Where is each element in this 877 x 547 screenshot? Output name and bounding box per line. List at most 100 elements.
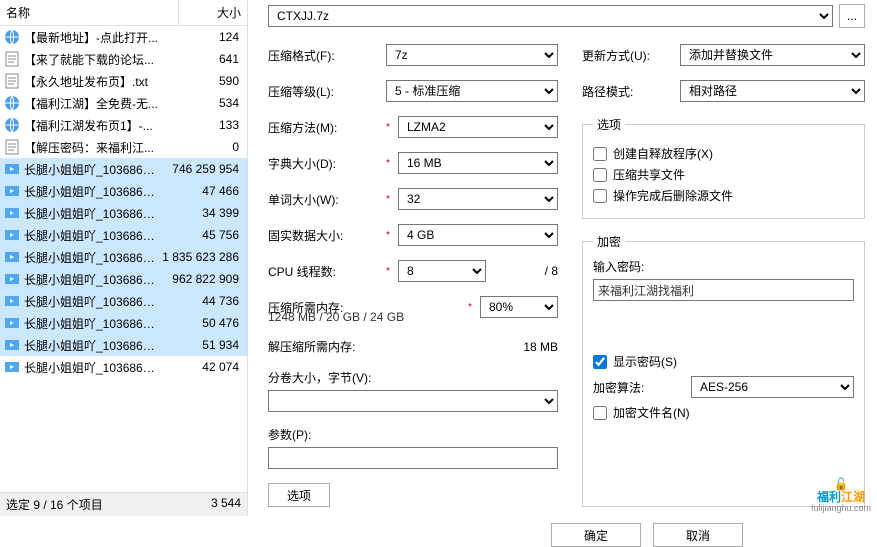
file-name: 长腿小姐姐吖_1036863... <box>24 359 159 376</box>
shared-checkbox[interactable] <box>593 168 607 182</box>
solid-select[interactable]: 4 GB <box>398 224 558 246</box>
options-button[interactable]: 选项 <box>268 483 330 507</box>
list-header: 名称 大小 <box>0 0 247 26</box>
file-size: 746 259 954 <box>159 162 243 176</box>
video-icon <box>4 359 20 375</box>
video-icon <box>4 183 20 199</box>
file-size: 124 <box>159 30 243 44</box>
file-row[interactable]: 【永久地址发布页】.txt590 <box>0 70 247 92</box>
file-row[interactable]: 长腿小姐姐吖_1036863...50 476 <box>0 312 247 334</box>
star-icon: * <box>386 158 396 169</box>
file-size: 962 822 909 <box>159 272 243 286</box>
file-name: 【解压密码：来福利江... <box>24 139 159 156</box>
cpu-select[interactable]: 8 <box>398 260 486 282</box>
file-name: 长腿小姐姐吖_1036863... <box>24 271 159 288</box>
enc-method-select[interactable]: AES-256 <box>691 376 854 398</box>
file-row[interactable]: 长腿小姐姐吖_1036863...44 736 <box>0 290 247 312</box>
dict-select[interactable]: 16 MB <box>398 152 558 174</box>
level-label: 压缩等级(L): <box>268 83 378 100</box>
file-row[interactable]: 长腿小姐姐吖_1036863...42 074 <box>0 356 247 378</box>
file-row[interactable]: 长腿小姐姐吖_1036863...746 259 954 <box>0 158 247 180</box>
txt-icon <box>4 139 20 155</box>
update-select[interactable]: 添加并替换文件 <box>680 44 865 66</box>
method-select[interactable]: LZMA2 <box>398 116 558 138</box>
file-row[interactable]: 【解压密码：来福利江...0 <box>0 136 247 158</box>
file-name: 长腿小姐姐吖_1036863... <box>24 205 159 222</box>
file-row[interactable]: 【福利江湖】全免费-无...534 <box>0 92 247 114</box>
file-name: 【永久地址发布页】.txt <box>24 73 159 90</box>
path-select[interactable]: 相对路径 <box>680 80 865 102</box>
file-size: 34 399 <box>159 206 243 220</box>
archive-name-input[interactable]: CTXJJ.7z <box>268 5 833 27</box>
delete-checkbox[interactable] <box>593 189 607 203</box>
dict-label: 字典大小(D): <box>268 155 378 172</box>
file-list[interactable]: 【最新地址】-点此打开...124【来了就能下载的论坛...641【永久地址发布… <box>0 26 247 492</box>
enc-names-checkbox[interactable] <box>593 406 607 420</box>
file-row[interactable]: 长腿小姐姐吖_1036863...1 835 623 286 <box>0 246 247 268</box>
params-label: 参数(P): <box>268 426 558 443</box>
file-size: 44 736 <box>159 294 243 308</box>
file-row[interactable]: 【最新地址】-点此打开...124 <box>0 26 247 48</box>
file-row[interactable]: 长腿小姐姐吖_1036863...47 466 <box>0 180 247 202</box>
enter-pwd-label: 输入密码: <box>593 258 854 275</box>
col-header-size[interactable]: 大小 <box>179 0 247 25</box>
video-icon <box>4 161 20 177</box>
format-select[interactable]: 7z <box>386 44 558 66</box>
file-name: 【来了就能下载的论坛... <box>24 51 159 68</box>
file-name: 长腿小姐姐吖_1036863... <box>24 315 159 332</box>
level-select[interactable]: 5 - 标准压缩 <box>386 80 558 102</box>
file-size: 42 074 <box>159 360 243 374</box>
password-input[interactable] <box>593 279 854 301</box>
file-row[interactable]: 长腿小姐姐吖_1036863...51 934 <box>0 334 247 356</box>
file-size: 45 756 <box>159 228 243 242</box>
show-pwd-row[interactable]: 显示密码(S) <box>593 353 854 370</box>
col-header-name[interactable]: 名称 <box>0 0 179 25</box>
sfx-checkbox[interactable] <box>593 147 607 161</box>
file-size: 1 835 623 286 <box>159 250 243 264</box>
file-size: 641 <box>159 52 243 66</box>
ok-button[interactable]: 确定 <box>551 523 641 547</box>
status-total: 3 544 <box>211 496 241 513</box>
sfx-row[interactable]: 创建自释放程序(X) <box>593 145 854 162</box>
file-row[interactable]: 【福利江湖发布页1】-...133 <box>0 114 247 136</box>
browse-button[interactable]: ... <box>839 4 865 28</box>
cancel-button[interactable]: 取消 <box>653 523 743 547</box>
word-select[interactable]: 32 <box>398 188 558 210</box>
format-label: 压缩格式(F): <box>268 47 378 64</box>
shared-row[interactable]: 压缩共享文件 <box>593 166 854 183</box>
form-left-column: 压缩格式(F): 7z 压缩等级(L): 5 - 标准压缩 压缩方法(M): *… <box>268 44 558 507</box>
star-icon: * <box>386 266 396 277</box>
file-name: 长腿小姐姐吖_1036863... <box>24 337 159 354</box>
file-row[interactable]: 长腿小姐姐吖_1036863...45 756 <box>0 224 247 246</box>
star-icon: * <box>468 302 478 313</box>
mem-decompress-value: 18 MB <box>363 340 558 354</box>
star-icon: * <box>386 230 396 241</box>
path-label: 路径模式: <box>582 83 672 100</box>
enc-names-row[interactable]: 加密文件名(N) <box>593 404 854 421</box>
star-icon: * <box>386 122 396 133</box>
file-size: 0 <box>159 140 243 154</box>
dialog-buttons: 确定 取消 <box>268 515 865 547</box>
encrypt-legend: 加密 <box>593 233 625 250</box>
params-input[interactable] <box>268 447 558 469</box>
file-row[interactable]: 长腿小姐姐吖_1036863...962 822 909 <box>0 268 247 290</box>
video-icon <box>4 315 20 331</box>
delete-row[interactable]: 操作完成后删除源文件 <box>593 187 854 204</box>
txt-icon <box>4 51 20 67</box>
update-label: 更新方式(U): <box>582 47 672 64</box>
compression-panel: CTXJJ.7z ... 压缩格式(F): 7z 压缩等级(L): 5 - 标准… <box>248 0 877 516</box>
cpu-label: CPU 线程数: <box>268 263 378 280</box>
mem-decompress-label: 解压缩所需内存: <box>268 338 355 355</box>
mem-ratio-select[interactable]: 80% <box>480 296 558 318</box>
show-pwd-checkbox[interactable] <box>593 355 607 369</box>
file-row[interactable]: 【来了就能下载的论坛...641 <box>0 48 247 70</box>
file-size: 133 <box>159 118 243 132</box>
file-name: 【福利江湖】全免费-无... <box>24 95 159 112</box>
split-select[interactable] <box>268 390 558 412</box>
file-name: 长腿小姐姐吖_1036863... <box>24 227 159 244</box>
file-size: 590 <box>159 74 243 88</box>
split-label: 分卷大小，字节(V): <box>268 369 558 386</box>
video-icon <box>4 205 20 221</box>
file-row[interactable]: 长腿小姐姐吖_1036863...34 399 <box>0 202 247 224</box>
globe-icon <box>4 117 20 133</box>
